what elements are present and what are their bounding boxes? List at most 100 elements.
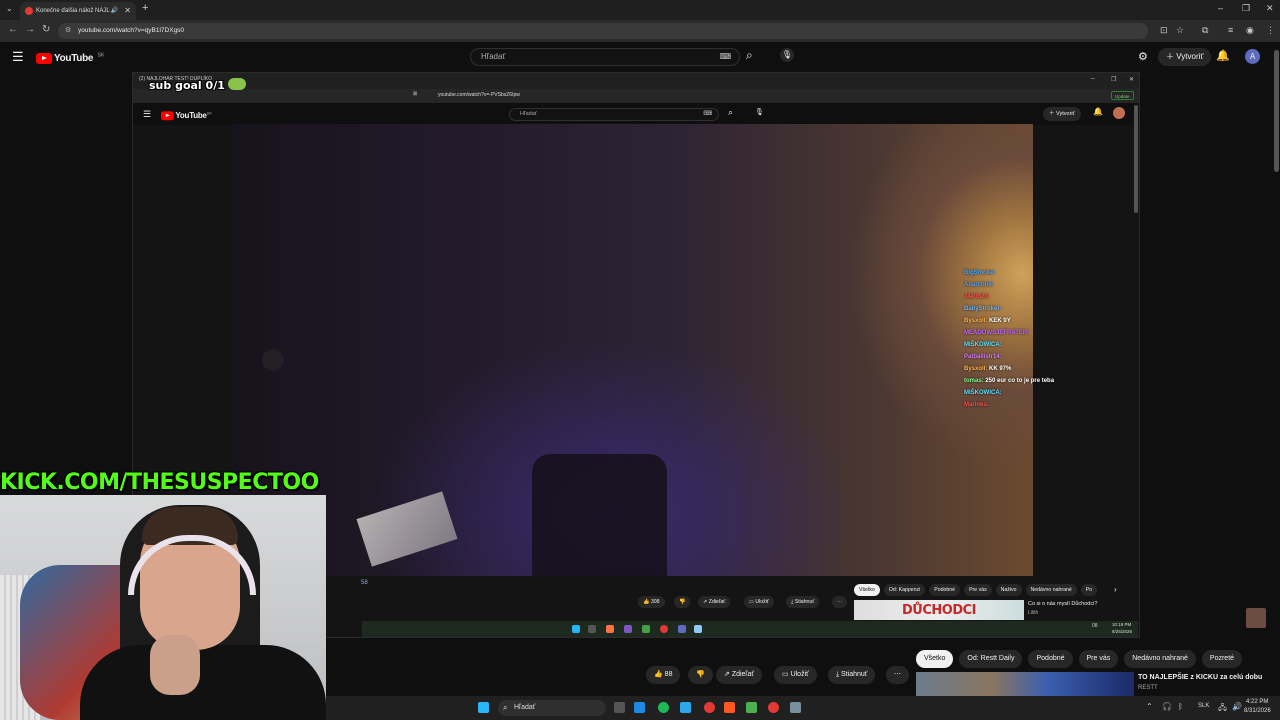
chip-2[interactable]: Podobné <box>1028 650 1073 668</box>
share-button[interactable]: ⇗ Zdieľať <box>716 666 762 684</box>
chip-4[interactable]: Nedávno nahrané <box>1124 650 1196 668</box>
clock-time[interactable]: 4:22 PM <box>1246 699 1268 705</box>
start-windows-icon[interactable] <box>478 702 489 713</box>
app-gray-icon[interactable] <box>790 702 801 713</box>
keyboard-icon[interactable]: ⌨ <box>719 49 731 65</box>
chip-1[interactable]: Od: Restt Daily <box>959 650 1023 668</box>
inner-taskbar: 08 10:19 PM 8/25/2026 <box>362 621 1138 637</box>
tray-headset-icon[interactable]: 🎧 <box>1162 702 1172 711</box>
youtube-logo[interactable]: YouTube SK <box>36 50 104 68</box>
address-bar-url: youtube.com/watch?v=qyB1l7DXgs0 <box>78 27 185 34</box>
recommendation-thumbnail[interactable] <box>916 672 1134 696</box>
tab-search-icon[interactable]: ⌄ <box>6 4 13 13</box>
inner-dislike-button: 👎 <box>674 596 691 608</box>
bookmark-star-icon[interactable]: ☆ <box>1176 25 1184 36</box>
download-button[interactable]: ⤓ Stiahnuť <box>828 666 876 684</box>
volume-icon[interactable]: 🔊 <box>1232 702 1242 711</box>
minimize-button[interactable]: – <box>1218 3 1223 13</box>
chat-username: Bysxoll: <box>964 366 990 372</box>
file-explorer-icon[interactable] <box>634 702 645 713</box>
inner-save-button: ▭ Uložiť <box>744 596 774 608</box>
dislike-button[interactable]: 👎 <box>688 666 713 684</box>
save-icon: ▭ <box>782 671 791 678</box>
inner-taskbar-lang: 08 <box>1092 623 1098 629</box>
chip-3[interactable]: Pre vás <box>1078 650 1119 668</box>
notifications-bell-icon[interactable]: 🔔 <box>1216 49 1230 62</box>
extensions-icon[interactable]: ⧉ <box>1202 25 1208 36</box>
taskbar-search-icon: ⌕ <box>503 703 508 712</box>
gear-icon[interactable]: ⚙ <box>1138 50 1148 63</box>
reload-icon[interactable]: ↻ <box>42 24 50 35</box>
avatar[interactable]: A <box>1245 49 1260 64</box>
inner-minimize-button[interactable]: – <box>1091 76 1094 82</box>
create-button[interactable]: ＋ Vytvoriť <box>1158 48 1212 66</box>
inner-maximize-button[interactable]: ❐ <box>1111 76 1116 83</box>
recommendation-channel[interactable]: RESTT <box>1138 685 1158 691</box>
tray-bluetooth-icon[interactable]: ᛒ <box>1178 702 1183 711</box>
inner-close-button[interactable]: ✕ <box>1129 76 1134 83</box>
thumbs-up-icon: 👍 <box>654 671 665 678</box>
webcam-overlay <box>0 495 326 720</box>
inner-like-button: 👍 308 <box>638 596 665 608</box>
more-actions-button[interactable]: ⋯ <box>886 666 909 684</box>
app-green-icon[interactable] <box>746 702 757 713</box>
inner-more-button: ⋯ <box>832 596 848 608</box>
chat-username: MEADOWSJEFRATER: <box>964 330 1030 336</box>
clock-date[interactable]: 8/31/2026 <box>1244 708 1271 714</box>
inner-taskbar-date: 8/25/2026 <box>1112 629 1133 634</box>
tab-close-icon[interactable]: ✕ <box>124 2 131 20</box>
inner-bookmark-icon: ⊠ <box>413 91 418 97</box>
search-input[interactable]: Hľadať ⌨ <box>470 48 740 66</box>
forward-icon[interactable]: → <box>25 24 35 35</box>
inner-chip-3: Pre vás <box>964 584 992 596</box>
install-app-icon[interactable]: ⊡ <box>1160 25 1168 36</box>
search-icon[interactable]: ⌕ <box>746 48 753 63</box>
inner-taskview-icon <box>588 625 596 633</box>
like-button[interactable]: 👍 88 <box>646 666 681 684</box>
browser-tab-active[interactable]: Konečne ďalšia nálož NAJL 🔊 ✕ <box>20 2 136 20</box>
close-window-button[interactable]: ✕ <box>1266 3 1274 14</box>
spotify-icon[interactable] <box>658 702 669 713</box>
chat-username: Bysxoll: <box>964 318 990 324</box>
taskbar-search-input[interactable]: ⌕ Hľadať <box>498 700 606 716</box>
chat-message: MIŠKOWICA: <box>964 342 1002 348</box>
back-icon[interactable]: ← <box>8 24 18 35</box>
chrome-alt-icon[interactable] <box>768 702 779 713</box>
media-icon[interactable]: ≡ <box>1228 25 1233 35</box>
chat-message: Patballistr14: <box>964 354 1002 360</box>
stream-video-frame <box>232 124 1033 576</box>
wall-object <box>262 349 284 371</box>
telegram-icon[interactable] <box>680 702 691 713</box>
network-icon[interactable]: 🖧 <box>1218 702 1227 716</box>
address-bar[interactable]: ⚙ youtube.com/watch?v=qyB1l7DXgs0 <box>58 23 1148 39</box>
chrome-icon[interactable] <box>704 702 715 713</box>
tray-chevron-icon[interactable]: ⌃ <box>1146 702 1153 711</box>
hamburger-menu-icon[interactable]: ☰ <box>12 49 24 65</box>
inner-thumbs-up-icon: 👍 <box>643 599 651 605</box>
inner-search-input: Hľadať ⌨ <box>509 108 719 121</box>
chip-0[interactable]: Všetko <box>916 650 954 668</box>
chip-5[interactable]: Pozreté <box>1201 650 1243 668</box>
chat-username: Marinka: <box>964 402 989 408</box>
page-scrollbar[interactable] <box>1274 50 1279 172</box>
inner-plus-icon: ＋ <box>1049 111 1057 117</box>
chat-message: Bysxoll: KK 97% <box>964 366 1011 372</box>
new-tab-button[interactable]: + <box>142 2 148 14</box>
task-view-icon[interactable] <box>614 702 625 713</box>
profile-icon[interactable]: ◉ <box>1246 25 1254 36</box>
inner-scrollbar <box>1134 105 1138 213</box>
speaker-icon[interactable]: 🔊 <box>111 2 118 20</box>
save-button[interactable]: ▭ Uložiť <box>774 666 817 684</box>
chat-username: Patballistr14: <box>964 354 1002 360</box>
maximize-button[interactable]: ❐ <box>1242 3 1250 14</box>
site-info-icon[interactable]: ⚙ <box>65 23 71 39</box>
recommendation-title[interactable]: TO NAJLEPŠIE z KICKU za celú dobu <box>1138 674 1262 681</box>
chat-text: 250 eur co to je pre teba <box>985 378 1055 384</box>
inner-chips-next-icon: › <box>1114 585 1117 594</box>
brave-icon[interactable] <box>724 702 735 713</box>
plus-icon: ＋ <box>1166 52 1177 61</box>
menu-kebab-icon[interactable]: ⋮ <box>1266 25 1275 36</box>
inner-url: youtube.com/watch?v=-PVSbsZ6Ipw <box>438 92 520 98</box>
keyboard-language[interactable]: SLK <box>1198 703 1209 709</box>
microphone-icon[interactable]: 🎙 <box>780 48 794 62</box>
